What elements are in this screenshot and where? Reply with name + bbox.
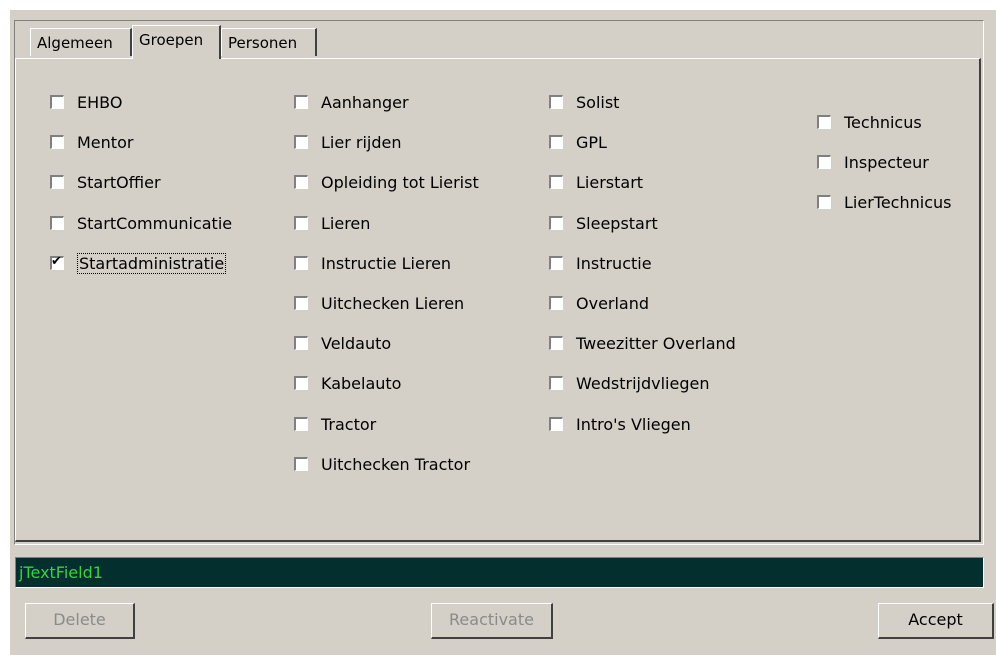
checkbox-label: Technicus [844,112,922,132]
checkbox-label: Wedstrijdvliegen [576,373,710,393]
checkbox-box[interactable] [50,216,64,230]
checkbox-veldauto[interactable]: Veldauto [294,332,391,354]
checkbox-inspecteur[interactable]: Inspecteur [817,151,929,173]
checkbox-lieren[interactable]: Lieren [294,212,370,234]
checkbox-intro-s-vliegen[interactable]: Intro's Vliegen [549,413,691,435]
checkbox-solist[interactable]: Solist [549,91,619,113]
checkbox-box[interactable] [549,95,563,109]
checkbox-uitchecken-tractor[interactable]: Uitchecken Tractor [294,453,470,475]
checkbox-box[interactable] [294,135,308,149]
checkbox-label: StartOffier [77,172,161,192]
checkbox-box[interactable] [294,336,308,350]
checkbox-box[interactable] [549,336,563,350]
checkbox-box[interactable] [549,175,563,189]
checkbox-label: Kabelauto [321,373,402,393]
checkbox-label: Opleiding tot Lierist [321,172,479,192]
checkbox-label: Intro's Vliegen [576,414,691,434]
text-field[interactable]: jTextField1 [15,557,984,588]
checkbox-box[interactable] [50,135,64,149]
delete-button[interactable]: Delete [25,603,135,639]
checkbox-label: Tweezitter Overland [576,333,736,353]
checkbox-label: Instructie [576,253,652,273]
checkbox-startcommunicatie[interactable]: StartCommunicatie [50,212,232,234]
checkbox-box[interactable] [549,376,563,390]
tab-label: Algemeen [37,34,113,52]
checkbox-box[interactable] [549,296,563,310]
checkbox-overland[interactable]: Overland [549,292,649,314]
checkmark-icon: ✔ [51,254,62,269]
checkbox-sleepstart[interactable]: Sleepstart [549,212,658,234]
checkbox-startoffier[interactable]: StartOffier [50,171,161,193]
checkbox-label: Veldauto [321,333,392,353]
checkbox-label: LierTechnicus [844,192,952,212]
tab-algemeen[interactable]: Algemeen [30,28,132,56]
checkbox-mentor[interactable]: Mentor [50,131,133,153]
checkbox-label: Solist [576,92,620,112]
checkbox-label: Sleepstart [576,213,658,233]
checkbox-kabelauto[interactable]: Kabelauto [294,372,401,394]
checkbox-box[interactable] [294,457,308,471]
text-field-value: jTextField1 [19,563,103,582]
tab-personen[interactable]: Personen [221,28,317,56]
tab-label: Personen [228,34,298,52]
checkbox-label: Lierstart [576,172,644,192]
checkbox-aanhanger[interactable]: Aanhanger [294,91,409,113]
checkbox-label: Uitchecken Tractor [321,454,471,474]
checkbox-lierstart[interactable]: Lierstart [549,171,643,193]
checkbox-box[interactable] [817,195,831,209]
checkbox-uitchecken-lieren[interactable]: Uitchecken Lieren [294,292,464,314]
checkbox-box[interactable] [294,256,308,270]
checkbox-box[interactable] [549,256,563,270]
checkbox-label: Uitchecken Lieren [321,293,465,313]
tab-groepen[interactable]: Groepen [132,25,221,59]
checkbox-tweezitter-overland[interactable]: Tweezitter Overland [549,332,736,354]
checkbox-lier-rijden[interactable]: Lier rijden [294,131,401,153]
checkbox-box[interactable] [294,376,308,390]
checkbox-box[interactable] [294,417,308,431]
checkbox-tractor[interactable]: Tractor [294,413,376,435]
checkbox-label: EHBO [77,92,123,112]
checkbox-instructie-lieren[interactable]: Instructie Lieren [294,252,451,274]
checkbox-label: GPL [576,132,607,152]
reactivate-button[interactable]: Reactivate [431,603,553,639]
checkbox-gpl[interactable]: GPL [549,131,607,153]
checkbox-box[interactable] [817,115,831,129]
checkbox-box[interactable]: ✔ [50,254,64,270]
checkbox-box[interactable] [817,155,831,169]
checkbox-box[interactable] [294,95,308,109]
checkbox-label: Startadministratie [77,252,227,274]
checkbox-box[interactable] [294,175,308,189]
checkbox-label: StartCommunicatie [77,213,233,233]
tab-label: Groepen [139,31,204,49]
checkbox-label: Aanhanger [321,92,409,112]
accept-button[interactable]: Accept [878,603,994,639]
checkbox-label: Tractor [321,414,377,434]
checkbox-startadministratie[interactable]: ✔ Startadministratie [50,252,227,274]
checkbox-box[interactable] [549,216,563,230]
checkbox-opleiding-tot-lierist[interactable]: Opleiding tot Lierist [294,171,479,193]
checkbox-wedstrijdvliegen[interactable]: Wedstrijdvliegen [549,372,709,394]
checkbox-box[interactable] [294,216,308,230]
checkbox-technicus[interactable]: Technicus [817,111,922,133]
checkbox-label: Overland [576,293,650,313]
checkbox-box[interactable] [549,417,563,431]
checkbox-label: Inspecteur [844,152,929,172]
checkbox-label: Lier rijden [321,132,402,152]
checkbox-label: Instructie Lieren [321,253,452,273]
checkbox-box[interactable] [549,135,563,149]
checkbox-instructie[interactable]: Instructie [549,252,652,274]
checkbox-label: Lieren [321,213,371,233]
checkbox-label: Mentor [77,132,134,152]
checkbox-ehbo[interactable]: EHBO [50,91,122,113]
checkbox-box[interactable] [50,95,64,109]
checkbox-box[interactable] [294,296,308,310]
checkbox-box[interactable] [50,175,64,189]
checkbox-liertechnicus[interactable]: LierTechnicus [817,191,951,213]
